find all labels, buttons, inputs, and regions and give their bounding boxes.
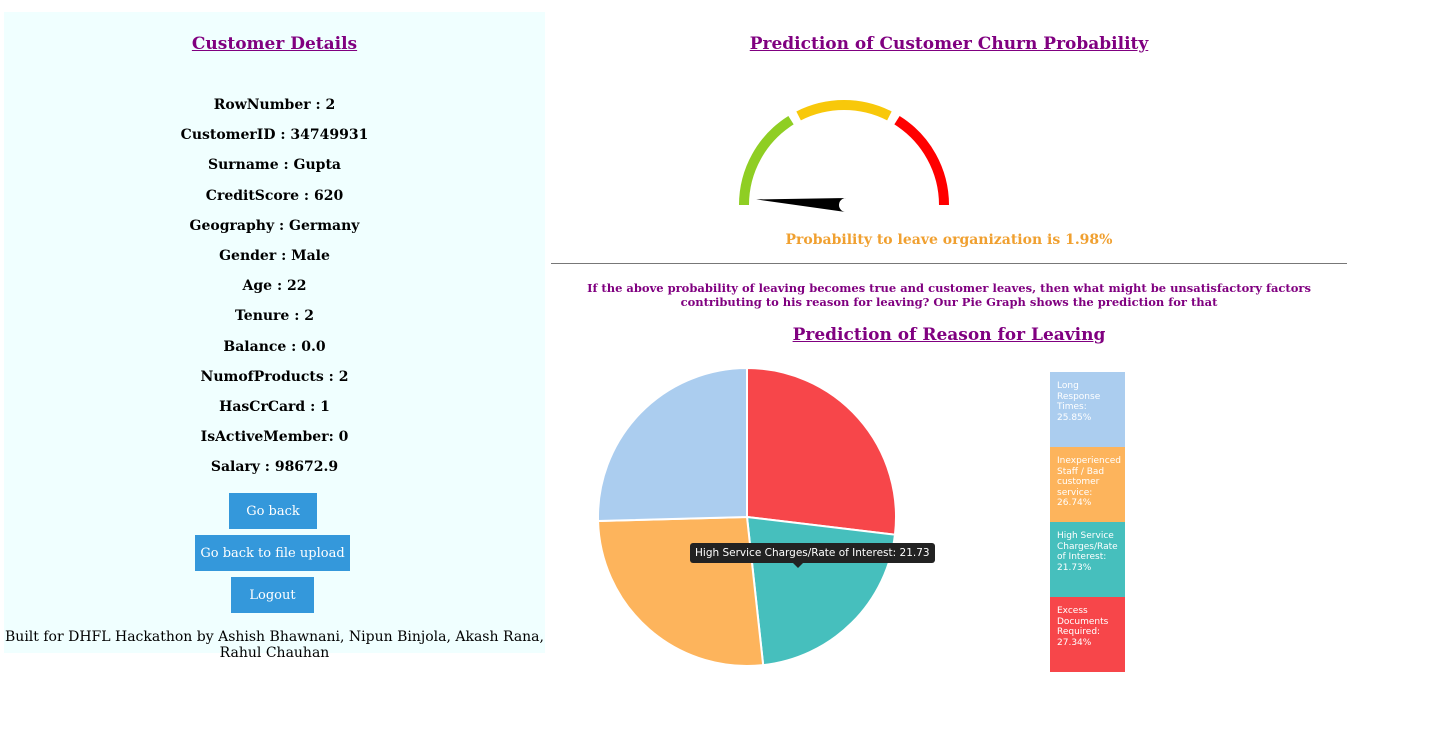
logout-button[interactable]: Logout bbox=[231, 577, 314, 613]
legend-item-long-response-times: Long Response Times: 25.85% bbox=[1050, 372, 1125, 447]
detail-row-is-active-member: IsActiveMember: 0 bbox=[200, 429, 349, 446]
pie-tooltip: High Service Charges/Rate of Interest: 2… bbox=[690, 543, 935, 563]
reason-for-leaving-title: Prediction of Reason for Leaving bbox=[792, 325, 1106, 345]
gauge-segment-high bbox=[894, 115, 949, 206]
detail-row-age: Age : 22 bbox=[242, 278, 307, 295]
detail-row-credit-score: CreditScore : 620 bbox=[205, 187, 344, 204]
legend-item-excess-documents: Excess Documents Required: 27.34% bbox=[1050, 597, 1125, 672]
gauge-needle bbox=[756, 198, 847, 212]
detail-row-gender: Gender : Male bbox=[219, 247, 330, 264]
detail-row-surname: Surname : Gupta bbox=[207, 157, 341, 174]
customer-detail-list: RowNumber : 2 CustomerID : 34749931 Surn… bbox=[4, 96, 545, 488]
detail-row-has-cr-card: HasCrCard : 1 bbox=[219, 398, 330, 415]
footer-credits: Built for DHFL Hackathon by Ashish Bhawn… bbox=[5, 629, 544, 661]
pie-slice-long-response-times[interactable] bbox=[597, 366, 748, 523]
legend-item-inexperienced-staff: Inexperienced Staff / Bad customer servi… bbox=[1050, 447, 1125, 522]
pie-legend: Long Response Times: 25.85% Inexperience… bbox=[1050, 372, 1125, 672]
detail-row-num-products: NumofProducts : 2 bbox=[200, 368, 349, 385]
leaving-question-text: If the above probability of leaving beco… bbox=[587, 281, 1311, 309]
churn-gauge bbox=[739, 100, 949, 212]
pie-tooltip-arrow bbox=[792, 562, 804, 568]
detail-row-tenure: Tenure : 2 bbox=[234, 308, 315, 325]
reason-pie-chart bbox=[597, 366, 897, 667]
detail-row-salary: Salary : 98672.9 bbox=[210, 459, 339, 476]
gauge-segment-medium bbox=[796, 100, 892, 121]
detail-row-row-number: RowNumber : 2 bbox=[213, 97, 336, 113]
pie-slice-inexperienced-staff[interactable] bbox=[597, 515, 765, 667]
customer-details-title: Customer Details bbox=[191, 34, 358, 54]
go-back-to-file-upload-button[interactable]: Go back to file upload bbox=[195, 535, 350, 571]
pie-slice-excess-documents[interactable] bbox=[746, 366, 897, 536]
probability-text: Probability to leave organization is 1.9… bbox=[785, 232, 1113, 248]
gauge-segment-low bbox=[739, 115, 794, 206]
detail-row-customer-id: CustomerID : 34749931 bbox=[180, 127, 369, 144]
pie-slice-high-service-charges[interactable] bbox=[745, 515, 897, 667]
legend-item-high-service-charges: High Service Charges/Rate of Interest: 2… bbox=[1050, 522, 1125, 597]
detail-row-geography: Geography : Germany bbox=[189, 217, 360, 234]
churn-probability-title: Prediction of Customer Churn Probability bbox=[749, 34, 1149, 54]
go-back-button[interactable]: Go back bbox=[229, 493, 317, 529]
customer-details-panel: Customer Details RowNumber : 2 CustomerI… bbox=[4, 12, 545, 661]
section-divider bbox=[551, 263, 1347, 264]
detail-row-balance: Balance : 0.0 bbox=[223, 338, 326, 355]
